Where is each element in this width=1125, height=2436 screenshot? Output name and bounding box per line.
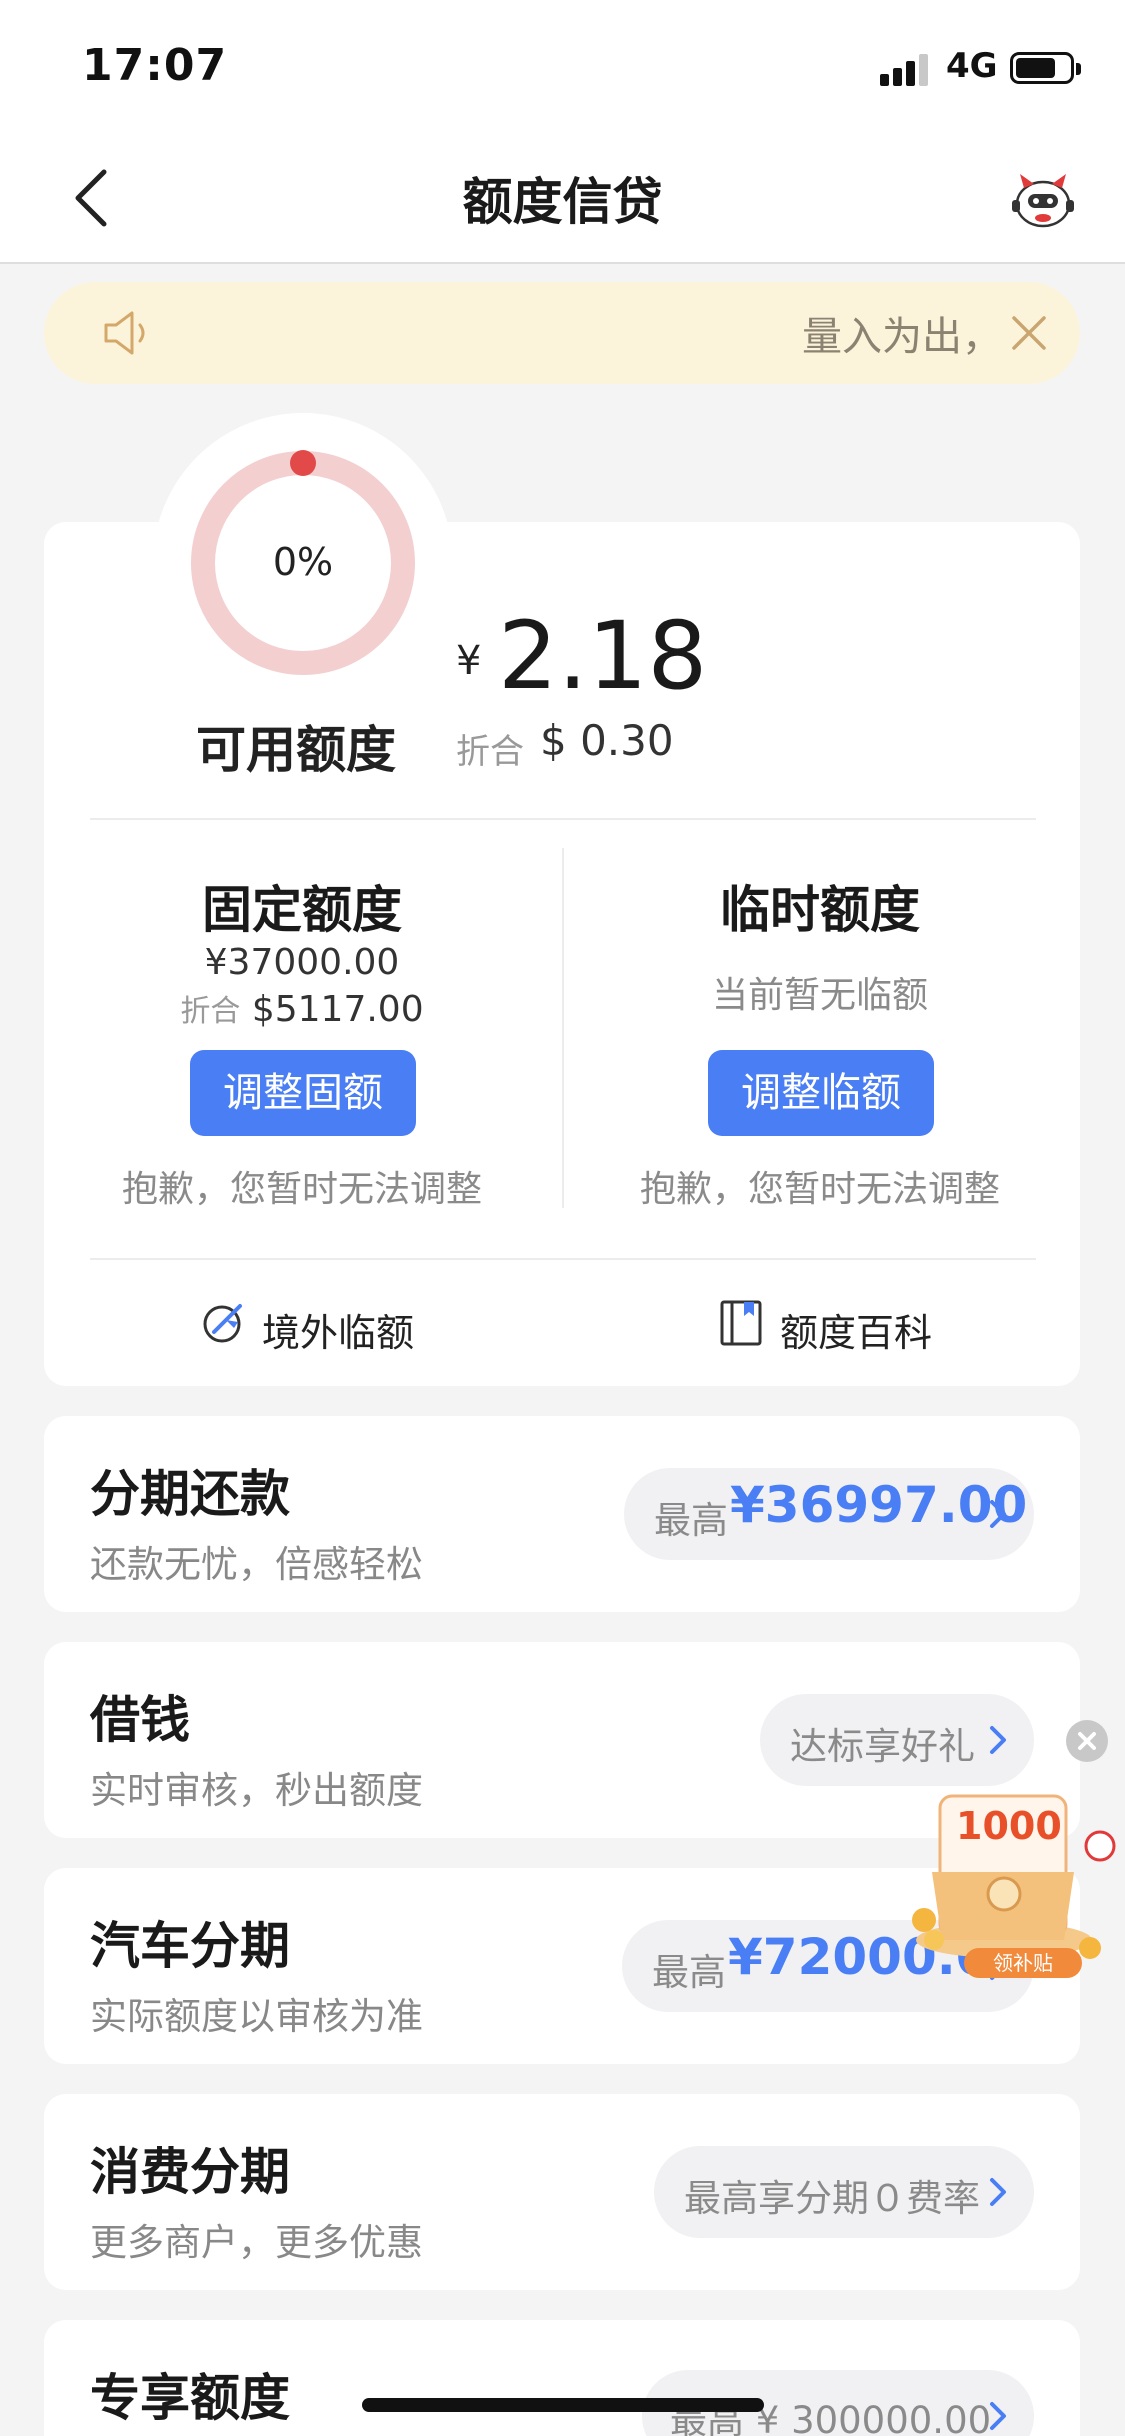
fixed-limit-amount: ¥37000.00 bbox=[204, 942, 400, 983]
temp-limit-status: 当前暂无临额 bbox=[711, 975, 928, 1016]
card-title: 分期还款 bbox=[90, 1465, 290, 1523]
pill-value: ¥36997.00 bbox=[730, 1476, 1028, 1534]
pill-label: 最高享分期０费率 bbox=[684, 2177, 980, 2220]
converted-label: 折合 bbox=[456, 732, 524, 772]
max-amount-pill[interactable]: 最高 ¥36997.00 bbox=[624, 1468, 1034, 1560]
chevron-right-icon bbox=[990, 1500, 1006, 1528]
exclusive-limit-card[interactable]: 专享额度 最高 ¥ 300000.00 bbox=[44, 2320, 1080, 2436]
gift-pill[interactable]: 达标享好礼 bbox=[760, 1694, 1034, 1786]
pill-label: 最高 bbox=[654, 1499, 728, 1542]
status-time: 17:07 bbox=[82, 40, 228, 91]
signal-icon bbox=[880, 52, 932, 86]
adjust-fixed-limit-button[interactable]: 调整固额 bbox=[190, 1050, 416, 1136]
subsidy-promo[interactable]: 1000 领补贴 bbox=[904, 1790, 1120, 1980]
converted-value: $ 0.30 bbox=[540, 716, 674, 765]
speaker-icon bbox=[104, 311, 145, 355]
globe-plane-icon bbox=[203, 1304, 242, 1343]
fixed-converted-label: 折合 bbox=[180, 994, 241, 1029]
fixed-converted-value: $5117.00 bbox=[251, 989, 424, 1030]
temp-limit-title: 临时额度 bbox=[720, 881, 920, 939]
fixed-limit-title: 固定额度 bbox=[202, 881, 402, 939]
column-divider bbox=[562, 848, 564, 1208]
adjust-temp-limit-button[interactable]: 调整临额 bbox=[708, 1050, 934, 1136]
divider bbox=[90, 818, 1036, 820]
status-bar: 17:07 4G bbox=[0, 0, 1125, 132]
home-indicator bbox=[362, 2398, 764, 2412]
page-title: 额度信贷 bbox=[462, 173, 663, 231]
notice-text: 量入为出， bbox=[802, 314, 1002, 360]
card-title: 消费分期 bbox=[90, 2143, 290, 2201]
card-title: 汽车分期 bbox=[90, 1917, 290, 1975]
claim-subsidy-button[interactable]: 领补贴 bbox=[964, 1948, 1082, 1978]
notice-banner[interactable]: 量入为出， bbox=[44, 282, 1080, 384]
available-credit-label: 可用额度 bbox=[196, 721, 396, 779]
card-subtitle: 还款无忧，倍感轻松 bbox=[90, 1543, 423, 1586]
chevron-right-icon bbox=[990, 2402, 1006, 2430]
fixed-limit-note: 抱歉，您暂时无法调整 bbox=[121, 1169, 482, 1210]
divider bbox=[90, 1258, 1036, 1260]
currency-symbol: ¥ bbox=[456, 638, 482, 684]
close-icon bbox=[1078, 1732, 1096, 1750]
chevron-right-icon bbox=[990, 2178, 1006, 2206]
mascot-icon[interactable] bbox=[1010, 170, 1076, 230]
pill-label: 最高 ¥ 300000.00 bbox=[670, 2399, 992, 2436]
card-subtitle: 实际额度以审核为准 bbox=[90, 1995, 423, 2038]
usage-percent: 0% bbox=[272, 540, 334, 584]
card-title: 专享额度 bbox=[90, 2369, 290, 2427]
tool-label: 境外临额 bbox=[262, 1311, 415, 1355]
pill-label: 达标享好礼 bbox=[790, 1725, 975, 1768]
promo-close-button[interactable] bbox=[1066, 1720, 1108, 1762]
book-icon bbox=[720, 1300, 762, 1346]
battery-icon bbox=[1010, 52, 1081, 84]
consumer-installment-card[interactable]: 消费分期 更多商户，更多优惠 最高享分期０费率 bbox=[44, 2094, 1080, 2290]
promo-amount: 1000 bbox=[956, 1804, 1062, 1848]
fixed-limit-converted: 折合 $5117.00 bbox=[112, 986, 492, 1030]
chevron-right-icon bbox=[990, 1726, 1006, 1754]
card-subtitle: 实时审核，秒出额度 bbox=[90, 1769, 423, 1812]
card-title: 借钱 bbox=[90, 1691, 190, 1749]
network-type: 4G bbox=[946, 46, 998, 86]
card-subtitle: 更多商户，更多优惠 bbox=[90, 2221, 423, 2264]
navigation-bar: 额度信贷 bbox=[0, 132, 1125, 264]
tool-label: 额度百科 bbox=[780, 1311, 933, 1355]
zero-fee-pill[interactable]: 最高享分期０费率 bbox=[654, 2146, 1034, 2238]
available-credit-amount: 2.18 bbox=[498, 602, 708, 711]
close-icon[interactable] bbox=[1004, 308, 1054, 358]
pill-label: 最高 bbox=[652, 1951, 726, 1994]
temp-limit-note: 抱歉，您暂时无法调整 bbox=[639, 1169, 1000, 1210]
installment-repayment-card[interactable]: 分期还款 还款无忧，倍感轻松 最高 ¥36997.00 bbox=[44, 1416, 1080, 1612]
